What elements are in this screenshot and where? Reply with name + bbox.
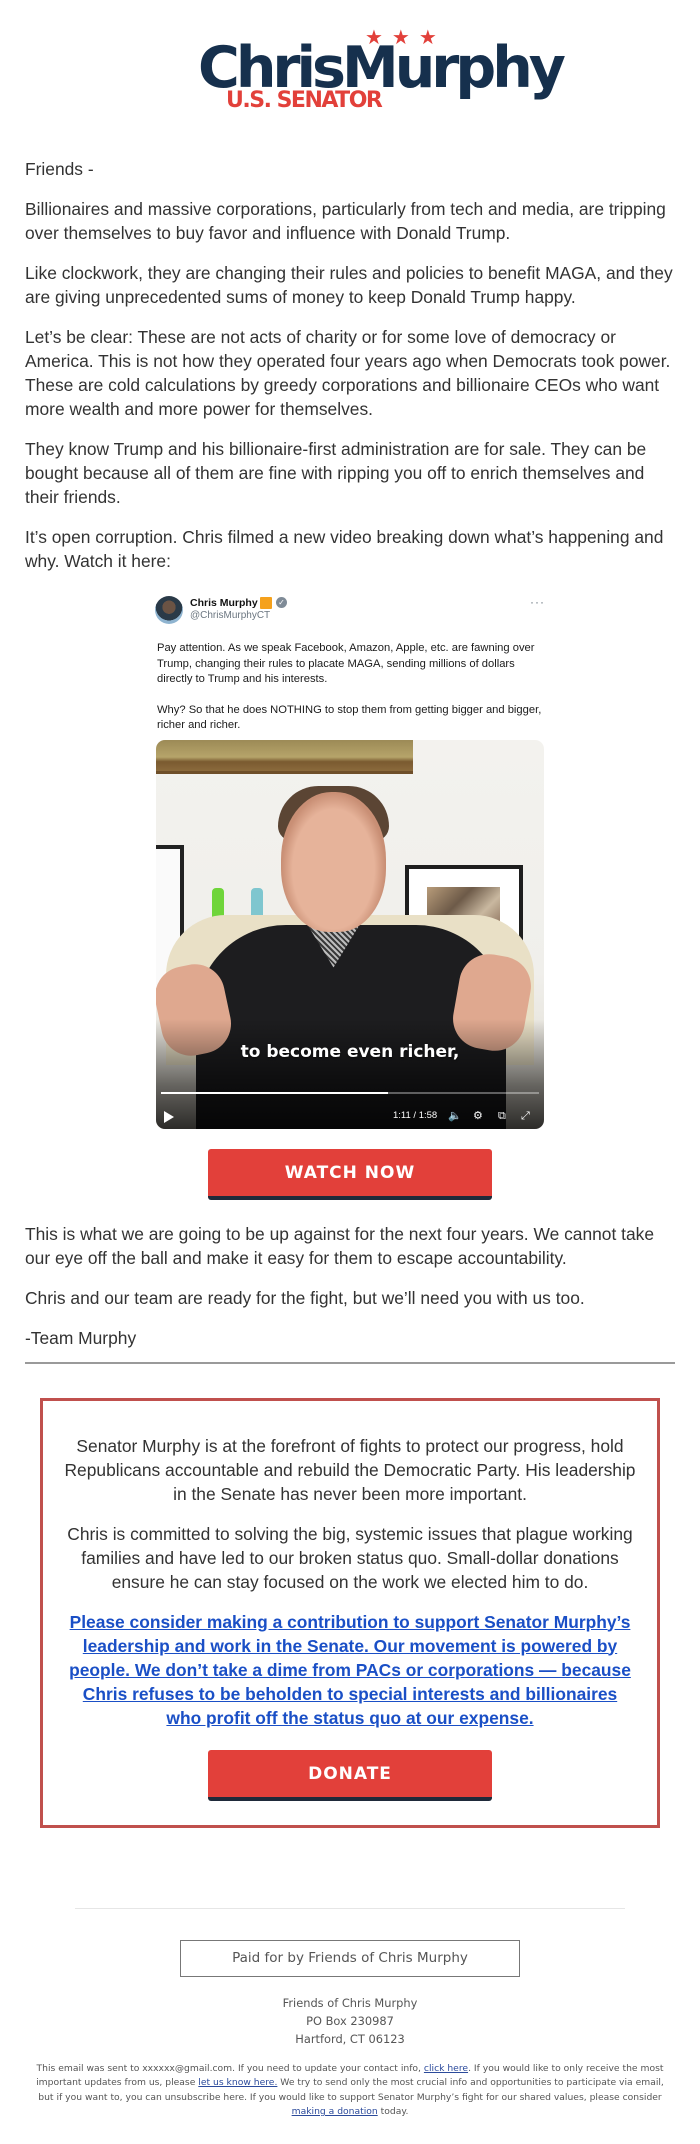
tweet-handle: @ChrisMurphyCT [190,610,271,621]
donate-button-wrap: DONATE [58,1749,642,1801]
settings-icon[interactable]: ⚙ [473,1109,483,1123]
fine-print-text: This email was sent to xxxxxx@gmail.com.… [36,2062,424,2074]
donate-paragraph: Chris is committed to solving the big, s… [67,1523,633,1592]
verified-icon: ✓ [276,597,287,608]
update-contact-link[interactable]: click here [424,2063,468,2074]
fine-print-text: today. [377,2106,409,2117]
closing-paragraph: This is what we are going to be up again… [25,1223,654,1268]
intro-paragraph: It’s open corruption. Chris filmed a new… [25,527,664,571]
email-page: ★★★ ChrisMurphy U.S. SENATOR Friends - B… [0,0,700,2140]
picture-in-picture-icon[interactable]: ⧉ [498,1109,506,1123]
more-options-icon[interactable]: ··· [530,595,545,609]
signature: -Team Murphy [25,1327,137,1348]
video-speaker-head [281,791,386,932]
video-progress-bar[interactable] [161,1091,539,1094]
intro-paragraph: Let’s be clear: These are not acts of ch… [25,327,671,419]
fine-print: This email was sent to xxxxxx@gmail.com.… [0,2062,700,2140]
paid-for-disclaimer: Paid for by Friends of Chris Murphy [180,1939,520,1977]
video-caption: to become even richer, [240,1041,460,1062]
donate-button[interactable]: DONATE [208,1749,492,1801]
logo[interactable]: ★★★ ChrisMurphy U.S. SENATOR [0,0,700,150]
fullscreen-icon[interactable]: ⤢ [521,1109,530,1123]
address-line: Hartford, CT 06123 [295,2031,405,2046]
play-icon[interactable] [164,1110,174,1123]
mailing-address: Friends of Chris Murphy PO Box 230987 Ha… [0,1994,700,2048]
video-controls: 1:11 / 1:58 🔈 ⚙ ⧉ ⤢ [156,1099,544,1129]
donate-box: Senator Murphy is at the forefront of fi… [40,1397,660,1828]
watch-now-wrap: WATCH NOW [0,1148,700,1200]
volume-icon[interactable]: 🔈 [448,1109,462,1123]
make-donation-link[interactable]: making a donation [292,2106,378,2117]
tweet-author-name: Chris Murphy [190,597,258,609]
closing-paragraph: Chris and our team are ready for the fig… [25,1287,585,1308]
address-line: PO Box 230987 [306,2013,394,2028]
video-progress-fill [161,1091,388,1094]
tweet-paragraph: Pay attention. As we speak Facebook, Ama… [157,642,535,685]
intro-paragraph: They know Trump and his billionaire-firs… [25,439,647,507]
section-divider [25,1361,675,1364]
tweet-embed[interactable]: Chris Murphy ✓ @ChrisMurphyCT ··· Pay at… [153,589,547,1129]
avatar [155,596,183,624]
tweet-text: Pay attention. As we speak Facebook, Ama… [153,631,547,734]
video-background-painting [156,739,413,774]
footer-divider [75,1907,625,1909]
closing-section: This is what we are going to be up again… [0,1222,700,1350]
intro-section: Friends - Billionaires and massive corpo… [0,157,700,573]
donate-paragraph: Senator Murphy is at the forefront of fi… [64,1435,636,1504]
important-updates-link[interactable]: let us know here. [198,2077,277,2088]
video-player[interactable]: to become even richer, 1:11 / 1:58 🔈 ⚙ ⧉… [156,739,544,1129]
address-line: Friends of Chris Murphy [282,1995,418,2010]
affiliation-badge-icon [260,597,272,609]
greeting: Friends - [25,159,94,179]
video-time: 1:11 / 1:58 [393,1109,438,1121]
intro-paragraph: Like clockwork, they are changing their … [25,263,673,307]
logo-subtitle: U.S. SENATOR [226,88,383,113]
tweet-paragraph: Why? So that he does NOTHING to stop the… [157,703,542,732]
contribution-link[interactable]: Please consider making a contribution to… [58,1610,642,1730]
tweet-header: Chris Murphy ✓ @ChrisMurphyCT ··· [153,589,547,631]
intro-paragraph: Billionaires and massive corporations, p… [25,199,666,243]
watch-now-button[interactable]: WATCH NOW [208,1148,492,1200]
